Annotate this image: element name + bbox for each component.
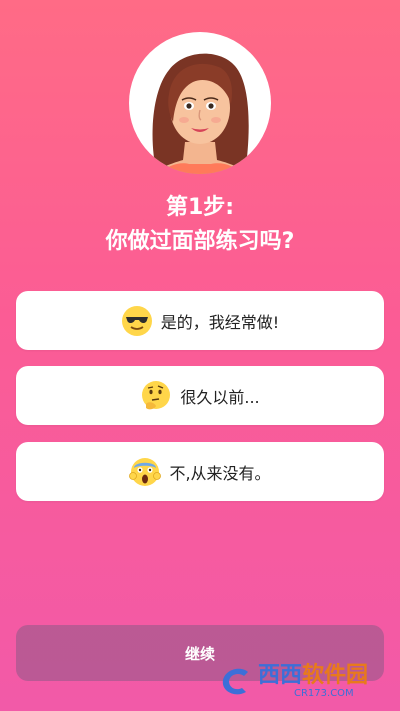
option-long-ago-button[interactable]: 很久以前... [16,366,384,425]
woman-avatar-icon [151,53,249,174]
step-label: 第1步: [165,195,235,220]
option-often-button[interactable]: 是的，我经常做! [16,291,384,350]
continue-label: 继续 [184,644,215,663]
watermark-logo-icon [222,668,248,695]
screaming-emoji-icon [129,457,162,486]
watermark-brand-suffix: 软件园 [302,663,369,688]
option-label: 很久以前... [180,387,260,407]
option-label: 不,从来没有。 [169,463,271,483]
thinking-emoji-icon [142,380,171,409]
watermark-url: CR173.COM [294,688,354,699]
sunglasses-emoji-icon [121,305,152,336]
avatar [129,32,271,174]
watermark: 西西软件园 CR173.COM [218,660,386,704]
watermark-brand-prefix: 西西 [258,663,303,688]
option-label: 是的，我经常做! [160,312,280,332]
question-title: 你做过面部练习吗? [105,229,295,254]
option-never-button[interactable]: 不,从来没有。 [16,442,384,501]
